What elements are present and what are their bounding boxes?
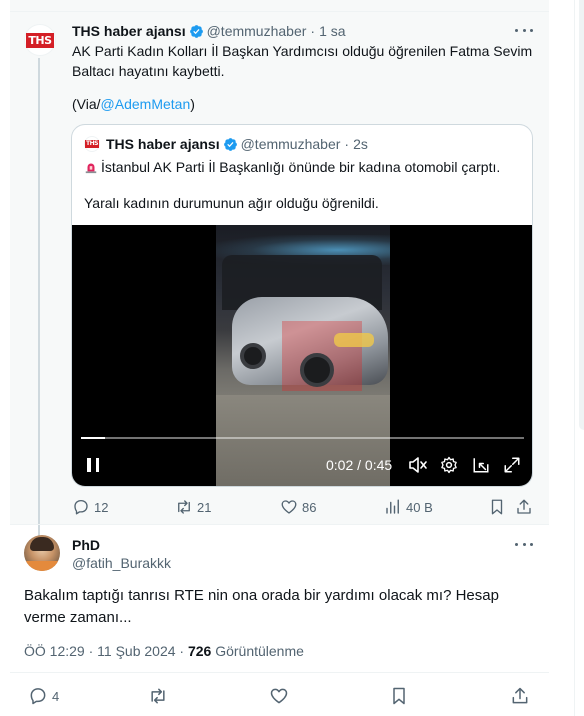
video-wheel [300,353,334,387]
separator-dot: · [344,136,350,152]
reply-count: 12 [94,499,109,515]
pip-icon[interactable] [472,456,490,474]
share-button[interactable] [515,498,533,516]
divider [10,672,549,673]
settings-icon[interactable] [440,456,458,474]
quoted-text-line1: İstanbul AK Parti İl Başkanlığı önünde b… [84,157,500,177]
quoted-header: THS THS haber ajansı @temmuzhaber · 2s [84,136,368,152]
tweet-via: (Via/@AdemMetan) [72,95,195,113]
like-button[interactable]: 86 [280,498,316,516]
like-count: 86 [302,499,317,515]
quoted-text-line2: Yaralı kadının durumunun ağır olduğu öğr… [84,195,379,211]
quoted-line1-text: İstanbul AK Parti İl Başkanlığı önünde b… [101,159,501,175]
reply-button[interactable]: 12 [72,498,108,516]
like-icon [270,688,288,704]
via-prefix: (Via/ [72,96,101,112]
retweet-button[interactable] [148,686,168,706]
verified-icon [189,24,203,38]
video-road [216,395,390,486]
video-progress-fill [81,437,105,439]
reply-button[interactable]: 4 [28,686,59,706]
author-name[interactable]: THS haber ajansı [72,23,186,39]
like-button[interactable] [269,686,289,706]
tweet-meta: ÖÖ 12:29 · 11 Şub 2024 · 726 Görüntülenm… [24,643,304,659]
bookmark-button[interactable] [389,686,409,706]
share-icon [517,499,531,514]
views-icon [386,499,399,514]
avatar[interactable] [24,535,60,571]
thread-line [38,58,40,538]
siren-icon [85,163,97,174]
bookmark-icon [491,499,503,515]
retweet-count: 21 [197,499,212,515]
retweet-icon [151,688,165,704]
tweet-text: AK Parti Kadın Kolları İl Başkan Yardımc… [72,43,533,79]
verified-icon [223,137,237,151]
ths-logo: THS [26,32,54,48]
author-name[interactable]: PhD [72,537,100,553]
quoted-tweet[interactable]: THS THS haber ajansı @temmuzhaber · 2s İ… [71,124,533,487]
avatar[interactable]: THS [24,24,56,56]
author-handle: @temmuzhaber [240,136,341,152]
more-icon[interactable] [515,27,533,33]
tweet-time[interactable]: 1 sa [319,23,345,39]
views-count: 726 [187,643,212,659]
more-icon[interactable] [515,541,533,547]
video-headlight [334,333,374,347]
retweet-button[interactable]: 21 [175,498,211,516]
views-label: Görüntülenme [211,643,304,659]
via-suffix: ) [190,96,195,112]
views-count: 40 B [406,499,433,515]
bookmark-icon [393,687,405,705]
feed-top-strip [10,0,549,12]
divider [10,524,549,525]
pause-icon[interactable] [87,458,99,472]
tweet-header: THS haber ajansı @temmuzhaber · 1 sa [72,22,346,40]
like-icon [281,500,297,514]
reply-text: Bakalım taptığı tanrısı RTE nin ona orad… [24,587,499,626]
tweet-time: 2s [353,136,368,152]
separator-dot: · [310,23,316,39]
reply-icon [30,688,46,705]
timestamp[interactable]: ÖÖ 12:29 · 11 Şub 2024 · [24,643,188,659]
author-name: THS haber ajansı [106,136,220,152]
fullscreen-icon[interactable] [503,456,521,474]
timeline: THS THS haber ajansı @temmuzhaber · 1 sa… [10,0,549,716]
mute-icon[interactable] [408,456,428,474]
retweet-icon [178,500,190,514]
bookmark-button[interactable] [488,498,506,516]
video-wheel [240,343,266,369]
reply-count: 4 [52,688,60,704]
video-player[interactable]: 0:02 / 0:45 [72,225,532,486]
avatar: THS [84,136,100,152]
author-handle[interactable]: @temmuzhaber [207,23,307,39]
right-sidebar-card-edge [579,0,584,430]
views-button[interactable]: 40 B [384,498,433,516]
avatar-hair [30,537,54,551]
author-handle[interactable]: @fatih_Burakkk [72,555,171,571]
mention-link[interactable]: @AdemMetan [101,96,191,112]
video-time: 0:02 / 0:45 [326,457,393,473]
share-icon [512,687,528,704]
reply-icon [74,499,88,515]
share-button[interactable] [510,686,530,706]
video-progress-track[interactable] [81,437,524,439]
ths-logo: THS [85,140,99,148]
avatar-shirt [24,561,60,571]
